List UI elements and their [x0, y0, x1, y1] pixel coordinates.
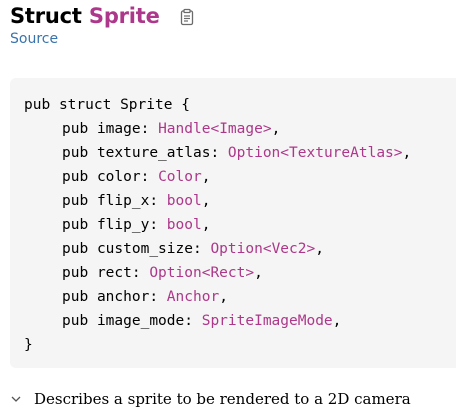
- struct-field: pub anchor: Anchor,: [62, 289, 228, 305]
- field-name: anchor: [96, 289, 150, 305]
- field-type[interactable]: Rect: [210, 265, 245, 281]
- trailing-comma: ,: [201, 193, 211, 209]
- trailing-comma: ,: [315, 241, 324, 257]
- type-bracket: >: [393, 145, 403, 161]
- keyword-pub: pub: [62, 193, 89, 209]
- field-name: custom_size: [96, 241, 193, 257]
- field-type[interactable]: Option: [228, 145, 280, 161]
- trailing-comma: ,: [254, 265, 263, 281]
- keyword-pub: pub: [62, 145, 89, 161]
- struct-field: pub texture_atlas: Option<TextureAtlas>,: [62, 145, 412, 161]
- docblock-toggle[interactable]: Describes a sprite to be rendered to a 2…: [10, 388, 411, 410]
- keyword-struct: struct: [58, 97, 112, 113]
- field-name: flip_x: [96, 193, 150, 209]
- struct-field: pub custom_size: Option<Vec2>,: [62, 241, 324, 257]
- struct-declaration: pub struct Sprite { pub image: Handle<Im…: [10, 78, 456, 368]
- struct-field: pub image: Handle<Image>,: [62, 121, 281, 137]
- field-name: color: [96, 169, 141, 185]
- keyword-pub: pub: [62, 289, 89, 305]
- open-brace: {: [181, 97, 190, 113]
- type-bracket: >: [306, 241, 316, 257]
- keyword-pub: pub: [62, 265, 89, 281]
- struct-field: pub flip_y: bool,: [62, 217, 211, 233]
- type-bracket: <: [280, 145, 290, 161]
- field-type[interactable]: Option: [149, 265, 201, 281]
- field-type[interactable]: bool: [167, 217, 202, 233]
- struct-fields: pub image: Handle<Image>, pub texture_atl…: [24, 117, 456, 333]
- code-line-open: pub struct Sprite {: [24, 93, 456, 117]
- field-name: image: [96, 121, 141, 137]
- field-name: flip_y: [96, 217, 150, 233]
- source-link[interactable]: Source: [10, 31, 58, 47]
- code-line-close: }: [24, 337, 33, 353]
- page-title: Struct Sprite: [10, 4, 160, 28]
- trailing-comma: ,: [402, 145, 412, 161]
- field-type[interactable]: Vec2: [272, 241, 307, 257]
- keyword-pub: pub: [62, 217, 89, 233]
- trailing-comma: ,: [219, 289, 228, 305]
- field-type[interactable]: Handle: [158, 121, 210, 137]
- keyword-pub: pub: [62, 121, 89, 137]
- trailing-comma: ,: [201, 169, 211, 185]
- field-name: texture_atlas: [96, 145, 211, 161]
- field-type[interactable]: TextureAtlas: [289, 145, 394, 161]
- field-name: image_mode: [96, 313, 185, 329]
- item-kind: Struct: [10, 4, 82, 28]
- item-name: Sprite: [88, 4, 160, 28]
- field-type[interactable]: Option: [210, 241, 262, 257]
- chevron-down-icon[interactable]: [10, 393, 22, 405]
- keyword-pub: pub: [62, 313, 89, 329]
- keyword-pub: pub: [24, 97, 51, 113]
- field-name: rect: [96, 265, 132, 281]
- copy-path-icon[interactable]: [178, 8, 196, 26]
- type-bracket: >: [262, 121, 272, 137]
- keyword-pub: pub: [62, 169, 89, 185]
- struct-field: pub image_mode: SpriteImageMode,: [62, 313, 342, 329]
- page-header: Struct Sprite: [10, 0, 196, 32]
- type-bracket: <: [262, 241, 272, 257]
- keyword-pub: pub: [62, 241, 89, 257]
- struct-name: Sprite: [120, 97, 173, 113]
- trailing-comma: ,: [332, 313, 342, 329]
- field-type[interactable]: Color: [158, 169, 202, 185]
- struct-field: pub color: Color,: [62, 169, 211, 185]
- field-type[interactable]: Anchor: [167, 289, 219, 305]
- trailing-comma: ,: [201, 217, 211, 233]
- type-bracket: <: [210, 121, 220, 137]
- struct-field: pub flip_x: bool,: [62, 193, 211, 209]
- field-type[interactable]: Image: [219, 121, 263, 137]
- trailing-comma: ,: [271, 121, 281, 137]
- type-bracket: >: [245, 265, 255, 281]
- field-type[interactable]: bool: [167, 193, 202, 209]
- field-type[interactable]: SpriteImageMode: [202, 313, 333, 329]
- doc-summary: Describes a sprite to be rendered to a 2…: [34, 390, 411, 408]
- struct-field: pub rect: Option<Rect>,: [62, 265, 263, 281]
